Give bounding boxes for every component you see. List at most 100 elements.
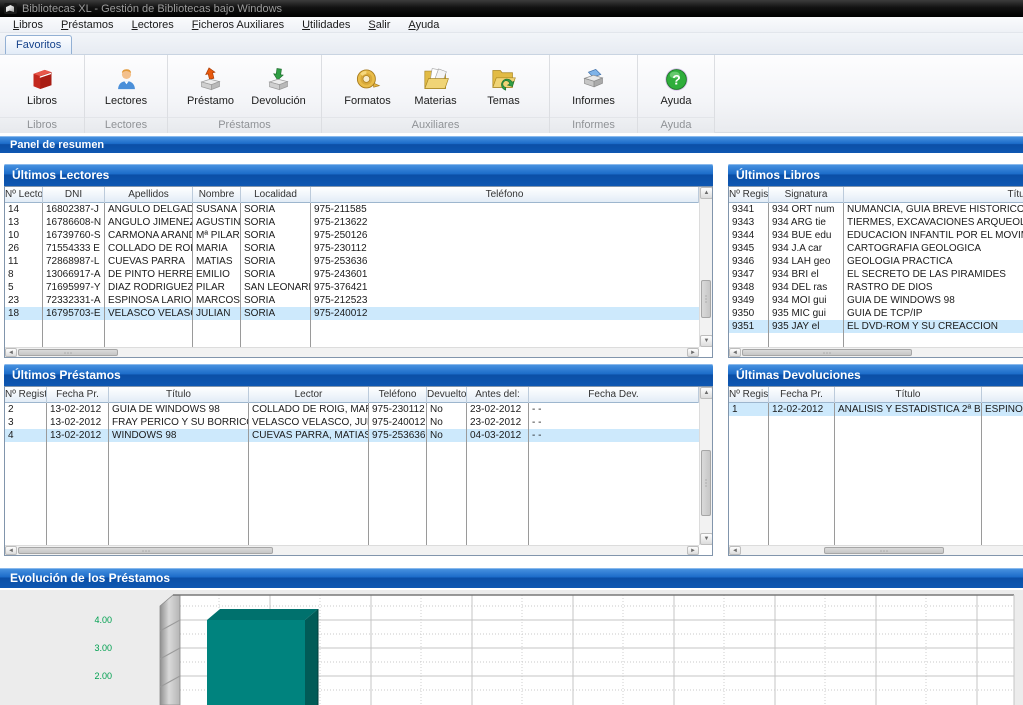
panel-ultimas-devoluciones: Últimas Devoluciones Nº RegistroFecha Pr… [728, 364, 1023, 556]
table-row[interactable]: 9341934 ORT numNUMANCIA, GUIA BREVE HIST… [729, 203, 1023, 216]
table-row[interactable]: 2671554333 ECOLLADO DE ROIGMARIASORIA975… [5, 242, 699, 255]
table-row[interactable]: 9343934 ARG tieTIERMES, EXCAVACIONES ARQ… [729, 216, 1023, 229]
table-row[interactable]: 9348934 DEL rasRASTRO DE DIOS [729, 281, 1023, 294]
scroll-left-button[interactable]: ◄ [729, 348, 741, 357]
column-header-n-registro[interactable]: Nº Registro [729, 187, 769, 203]
column-header-fecha-pr[interactable]: Fecha Pr. [47, 387, 109, 403]
horizontal-scrollbar-thumb[interactable] [18, 547, 273, 554]
table-row[interactable]: 813066917-ADE PINTO HERREROEMILIOSORIA97… [5, 268, 699, 281]
toolbar-button-devolucion[interactable]: Devolución [246, 57, 312, 115]
column-header-fecha-pr[interactable]: Fecha Pr. [769, 387, 835, 403]
column-header-lector[interactable]: Lector [249, 387, 369, 403]
table-row[interactable]: 9350935 MIC guiGUIA DE TCP/IP [729, 307, 1023, 320]
scroll-left-button[interactable]: ◄ [5, 348, 17, 357]
vertical-scrollbar[interactable]: ▲▼ [699, 187, 712, 347]
toolbar-button-libros[interactable]: Libros [9, 57, 75, 115]
summary-panel-title: Panel de resumen [10, 139, 104, 151]
scroll-left-button[interactable]: ◄ [5, 546, 17, 555]
column-header-n-registro[interactable]: Nº Registro [5, 387, 47, 403]
scroll-down-button[interactable]: ▼ [700, 533, 713, 545]
column-header-titulo[interactable]: Título [844, 187, 1023, 203]
toolbar-button-materias[interactable]: Materias [403, 57, 469, 115]
toolbar: LibrosLibrosLectoresLectoresPréstamoDevo… [0, 55, 1023, 133]
scroll-right-button[interactable]: ► [687, 348, 699, 357]
column-header-dni[interactable]: DNI [43, 187, 105, 203]
toolbar-button-label: Lectores [105, 95, 147, 107]
horizontal-scrollbar[interactable]: ◄► [729, 545, 1023, 555]
toolbar-group-informes: Informes Informes [550, 55, 638, 133]
toolbar-button-ayuda[interactable]: ?Ayuda [643, 57, 709, 115]
scroll-down-button[interactable]: ▼ [700, 335, 713, 347]
topics-folder-icon [490, 66, 517, 93]
toolbar-button-formatos[interactable]: Formatos [335, 57, 401, 115]
table-row[interactable]: 9351935 JAY elEL DVD-ROM Y SU CREACCION [729, 320, 1023, 333]
toolbar-button-informes[interactable]: Informes [561, 57, 627, 115]
table-row[interactable]: 2372332331-AESPINOSA LARIOSMARCOSSORIA97… [5, 294, 699, 307]
vertical-scrollbar-thumb[interactable] [701, 450, 711, 516]
column-header-titulo[interactable]: Título [835, 387, 982, 403]
toolbar-button-lectores[interactable]: Lectores [93, 57, 159, 115]
menu-salir[interactable]: Salir [359, 17, 399, 33]
table-row[interactable]: 112-02-2012ANALISIS Y ESTADISTICA 2ª BUP… [729, 403, 1023, 416]
loan-out-icon [197, 66, 224, 93]
tab-favoritos[interactable]: Favoritos [5, 35, 72, 54]
column-header-n-lector[interactable]: Nº Lector [5, 187, 43, 203]
formats-icon [354, 66, 381, 93]
table-row[interactable]: 9347934 BRI elEL SECRETO DE LAS PIRAMIDE… [729, 268, 1023, 281]
lectores-table: Nº LectorDNIApellidosNombreLocalidadTelé… [4, 186, 713, 358]
column-header-nombre[interactable]: Nombre [193, 187, 241, 203]
horizontal-scrollbar-thumb[interactable] [824, 547, 944, 554]
scroll-right-button[interactable]: ► [687, 546, 699, 555]
toolbar-button-label: Ayuda [661, 95, 692, 107]
window-title: Bibliotecas XL - Gestión de Bibliotecas … [22, 3, 282, 15]
toolbar-group-label: Auxiliares [322, 117, 549, 133]
column-header-apellidos[interactable]: Apellidos [105, 187, 193, 203]
app-icon [4, 3, 17, 14]
column-header-telefono[interactable]: Teléfono [311, 187, 699, 203]
table-row[interactable]: 9349934 MOI guiGUIA DE WINDOWS 98 [729, 294, 1023, 307]
horizontal-scrollbar[interactable]: ◄► [5, 545, 699, 555]
toolbar-group-label: Informes [550, 117, 637, 133]
column-header-devuelto[interactable]: Devuelto [427, 387, 467, 403]
vertical-scrollbar-thumb[interactable] [701, 280, 711, 318]
menu-ayuda[interactable]: Ayuda [399, 17, 448, 33]
horizontal-scrollbar[interactable]: ◄► [5, 347, 699, 357]
horizontal-scrollbar-thumb[interactable] [742, 349, 912, 356]
column-header-titulo[interactable]: Título [109, 387, 249, 403]
menu-utilidades[interactable]: Utilidades [293, 17, 359, 33]
vertical-scrollbar[interactable]: ▲▼ [699, 387, 712, 545]
table-row[interactable]: 1016739760-SCARMONA ARANDAMª PILARSORIA9… [5, 229, 699, 242]
table-row[interactable]: 9346934 LAH geoGEOLOGIA PRACTICA [729, 255, 1023, 268]
column-header-antes-del[interactable]: Antes del: [467, 387, 529, 403]
table-row[interactable]: 313-02-2012FRAY PERICO Y SU BORRICOVELAS… [5, 416, 699, 429]
toolbar-button-prestamo[interactable]: Préstamo [178, 57, 244, 115]
horizontal-scrollbar-thumb[interactable] [18, 349, 118, 356]
table-body: 1416802387-JANGULO DELGADOSUSANASORIA975… [5, 203, 699, 347]
menu-ficheros-auxiliares[interactable]: Ficheros Auxiliares [183, 17, 293, 33]
column-header-localidad[interactable]: Localidad [241, 187, 311, 203]
table-row[interactable]: 213-02-2012GUIA DE WINDOWS 98COLLADO DE … [5, 403, 699, 416]
column-header-n-registro[interactable]: Nº Registro [729, 387, 769, 403]
column-header-fecha-dev[interactable]: Fecha Dev. [529, 387, 699, 403]
scroll-left-button[interactable]: ◄ [729, 546, 741, 555]
scroll-up-button[interactable]: ▲ [700, 187, 713, 199]
table-row[interactable]: 1416802387-JANGULO DELGADOSUSANASORIA975… [5, 203, 699, 216]
table-row[interactable]: 1172868987-LCUEVAS PARRAMATIASSORIA975-2… [5, 255, 699, 268]
table-row[interactable]: 9344934 BUE eduEDUCACION INFANTIL POR EL… [729, 229, 1023, 242]
table-row[interactable]: 1316786608-NANGULO JIMENEZAGUSTINSORIA97… [5, 216, 699, 229]
column-header-telefono[interactable]: Teléfono [369, 387, 427, 403]
table-row[interactable]: 571695997-YDIAZ RODRIGUEZPILARSAN LEONAR… [5, 281, 699, 294]
horizontal-scrollbar[interactable]: ◄► [729, 347, 1023, 357]
printer-report-icon [580, 66, 607, 93]
column-header-signatura[interactable]: Signatura [769, 187, 844, 203]
menu-libros[interactable]: Libros [4, 17, 52, 33]
scroll-up-button[interactable]: ▲ [700, 387, 713, 399]
menu-prestamos[interactable]: Préstamos [52, 17, 123, 33]
panel-ultimos-lectores-title: Últimos Lectores [12, 168, 109, 182]
table-row[interactable]: 1816795703-EVELASCO VELASCOJULIANSORIA97… [5, 307, 699, 320]
toolbar-button-temas[interactable]: Temas [471, 57, 537, 115]
table-row[interactable]: 9345934 J.A carCARTOGRAFIA GEOLOGICA [729, 242, 1023, 255]
column-header-lector[interactable]: Lector [982, 387, 1023, 403]
menu-lectores[interactable]: Lectores [123, 17, 183, 33]
table-row[interactable]: 413-02-2012WINDOWS 98CUEVAS PARRA, MATIA… [5, 429, 699, 442]
